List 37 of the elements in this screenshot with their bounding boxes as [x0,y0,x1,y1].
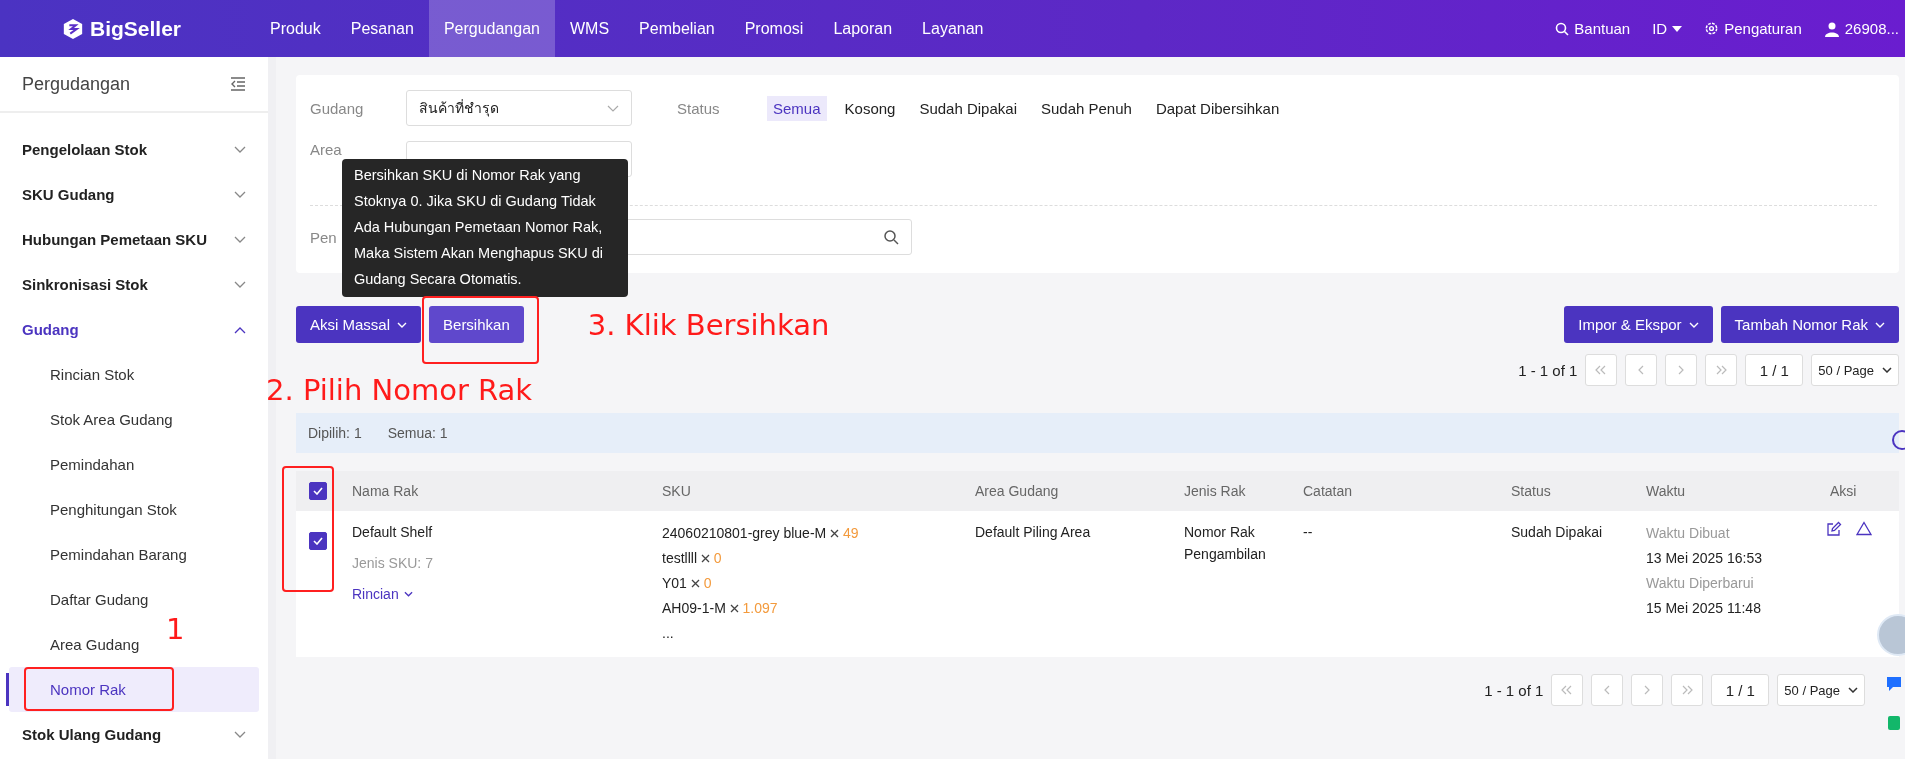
sku-entry: Y01 0 [662,574,712,593]
page-range: 1 - 1 of 1 [1484,681,1544,699]
sku-entry: testllll 0 [662,549,722,568]
column-header: Waktu [1645,483,1687,499]
table-cell-text: Nomor Rak Pengambilan [1184,523,1267,564]
field-label: Status [677,99,721,117]
field-label: Area [310,141,342,158]
column-header: Jenis Rak [1183,483,1247,499]
table-cell-text: Default Piling Area [975,523,1091,542]
column-header: Aksi [1829,483,1858,499]
timestamp: 13 Mei 2025 16:53 [1646,549,1762,568]
selected-count: Dipilih: 1 [308,425,362,441]
total-count: Semua: 1 [387,425,448,441]
sku-entry: AH09-1-M 1.097 [662,599,778,618]
page-range: 1 - 1 of 1 [1518,361,1578,379]
time-label: Waktu Diperbarui [1646,574,1754,593]
shelf-name: Default Shelf [352,523,433,542]
tooltip: Bersihkan SKU di Nomor Rak yang Stoknya 0. Jika SKU di Gudang Tidak Ada Hubungan Pemetaan Nomor Rak, Maka Sistem Akan Menghapus SKU di Gudang Secara Otomatis. [342,159,628,297]
logo-text: BigSeller [90,16,182,41]
status-text: Sudah Dipakai [1511,523,1603,542]
annotation-text: 1 [166,612,185,646]
annotation-text: 2. Pilih Nomor Rak [266,373,533,407]
column-header: Catatan [1302,483,1354,499]
column-header: SKU [661,483,692,499]
sidebar-title: Pergudangan [22,73,131,95]
table-cell-text: -- [1303,523,1313,542]
field-label: Pen [310,228,337,246]
sku-entry: 24060210801-grey blue-M 49 [662,524,859,543]
more-text: ... [662,624,674,643]
field-label: Gudang [310,99,364,117]
sku-type-count: Jenis SKU: 7 [352,554,433,573]
column-header: Area Gudang [974,483,1060,499]
time-label: Waktu Dibuat [1646,524,1730,543]
annotation-text: 3. Klik Bersihkan [587,307,830,342]
column-header: Status [1510,483,1552,499]
timestamp: 15 Mei 2025 11:48 [1646,599,1761,618]
column-header: Nama Rak [351,483,420,499]
